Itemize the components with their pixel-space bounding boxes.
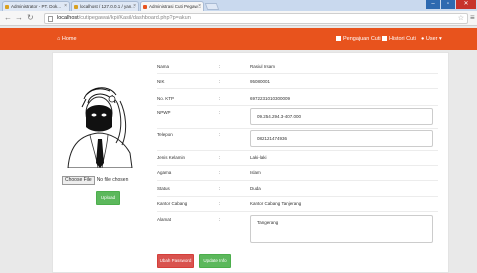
row-divider (157, 128, 438, 129)
nav-pengajuan-cuti[interactable]: Pengajuan Cuti (336, 28, 381, 50)
colon: : (219, 186, 221, 191)
row-divider (157, 88, 438, 89)
value-jenis-kelamin: Laki-laki (250, 155, 267, 160)
close-icon[interactable]: × (64, 2, 67, 11)
new-tab-button[interactable] (204, 3, 220, 10)
row-divider (157, 150, 438, 151)
bookmark-star-icon[interactable]: ☆ (458, 14, 464, 23)
minimize-button[interactable]: – (426, 0, 440, 9)
tab-label: localhost / 127.0.0.1 / yan... (80, 4, 136, 9)
label-kantor-cabang: Kantor Cabang (157, 201, 188, 206)
app-navbar: ⌂ Home Pengajuan Cuti Histori Cuti ● Use… (0, 28, 477, 50)
value-nik: 95080001 (250, 79, 271, 84)
file-status: No file chosen (96, 177, 129, 183)
label-no-ktp: No. KTP (157, 96, 175, 101)
label-agama: Agama (157, 170, 172, 175)
close-window-button[interactable]: ✕ (456, 0, 476, 9)
nav-home-label: Home (61, 36, 77, 42)
tab-label: Administrasi Cuti Pegaw... (149, 4, 202, 9)
nav-home[interactable]: ⌂ Home (57, 28, 77, 50)
close-icon[interactable]: × (133, 2, 136, 11)
url-path: /cutipegawai/kpi/Kasil/dashboard.php?p=a… (78, 15, 191, 21)
colon: : (219, 96, 221, 101)
nav-user-dropdown[interactable]: ● User ▾ (421, 28, 442, 50)
browser-tab-1[interactable]: Administrator - PT. Dok... × (2, 1, 70, 11)
colon: : (219, 155, 221, 160)
label-nik: NIK (157, 79, 165, 84)
document-icon (336, 36, 341, 41)
row-divider (157, 105, 438, 106)
value-agama: Islam (250, 170, 261, 175)
label-status: Status (157, 186, 170, 191)
colon: : (219, 217, 221, 222)
row-divider (157, 211, 438, 212)
favicon-icon (5, 4, 9, 9)
maximize-button[interactable]: ▫ (441, 0, 455, 9)
value-status: Duda (250, 186, 261, 191)
close-icon[interactable]: × (198, 2, 201, 11)
browser-toolbar: ← → ↻ localhost/cutipegawai/kpi/Kasil/da… (0, 11, 477, 26)
browser-tab-2[interactable]: localhost / 127.0.0.1 / yan... × (71, 1, 139, 11)
colon: : (219, 110, 221, 115)
label-alamat: Alamat (157, 217, 172, 222)
back-icon[interactable]: ← (4, 13, 12, 23)
colon: : (219, 170, 221, 175)
row-divider (157, 73, 438, 74)
value-nama: Rasiul Irsam (250, 64, 276, 69)
npwp-input[interactable]: 09.254.294.3-407.000 (250, 108, 433, 125)
address-bar[interactable]: localhost/cutipegawai/kpi/Kasil/dashboar… (44, 13, 468, 24)
favicon-icon (143, 4, 147, 9)
browser-tabstrip: Administrator - PT. Dok... × localhost /… (0, 0, 477, 11)
caret-down-icon: ▾ (439, 36, 442, 42)
nav-histori-cuti[interactable]: Histori Cuti (382, 28, 416, 50)
document-icon (382, 36, 387, 41)
colon: : (219, 132, 221, 137)
row-divider (157, 165, 438, 166)
browser-menu-icon[interactable]: ≡ (470, 14, 475, 22)
nav-label: Histori Cuti (389, 36, 416, 42)
label-nama: Nama (157, 64, 170, 69)
home-icon: ⌂ (57, 36, 61, 42)
row-divider (157, 180, 438, 181)
alamat-textarea[interactable]: Tangerang (250, 215, 433, 243)
ubah-password-button[interactable]: Ubah Password (157, 254, 194, 268)
label-npwp: NPWP (157, 110, 171, 115)
url-host: localhost (57, 15, 79, 21)
favicon-icon (74, 4, 78, 9)
nav-label: User (425, 36, 438, 42)
browser-tab-3[interactable]: Administrasi Cuti Pegaw... × (140, 1, 204, 11)
profile-photo (60, 73, 140, 168)
forward-icon[interactable]: → (15, 13, 23, 23)
user-icon: ● (421, 36, 425, 42)
tab-label: Administrator - PT. Dok... (11, 4, 62, 9)
label-telepon: Telepon (157, 132, 173, 137)
colon: : (219, 79, 221, 84)
upload-button[interactable]: Upload (96, 191, 120, 205)
update-info-button[interactable]: Update Info (199, 254, 231, 268)
reload-icon[interactable]: ↻ (27, 13, 34, 23)
colon: : (219, 64, 221, 69)
telepon-input[interactable]: 082121474936 (250, 130, 433, 147)
label-jenis-kelamin: Jenis Kelamin (157, 155, 186, 160)
row-divider (157, 196, 438, 197)
page-icon (48, 15, 53, 22)
value-kantor-cabang: Kantor Cabang Tanjerang (250, 201, 302, 206)
choose-file-button[interactable]: Choose File (62, 176, 95, 185)
nav-label: Pengajuan Cuti (343, 36, 381, 42)
photo-file-input[interactable]: Choose File No file chosen (62, 176, 128, 185)
value-no-ktp: 6972231010300009 (250, 96, 291, 101)
colon: : (219, 201, 221, 206)
